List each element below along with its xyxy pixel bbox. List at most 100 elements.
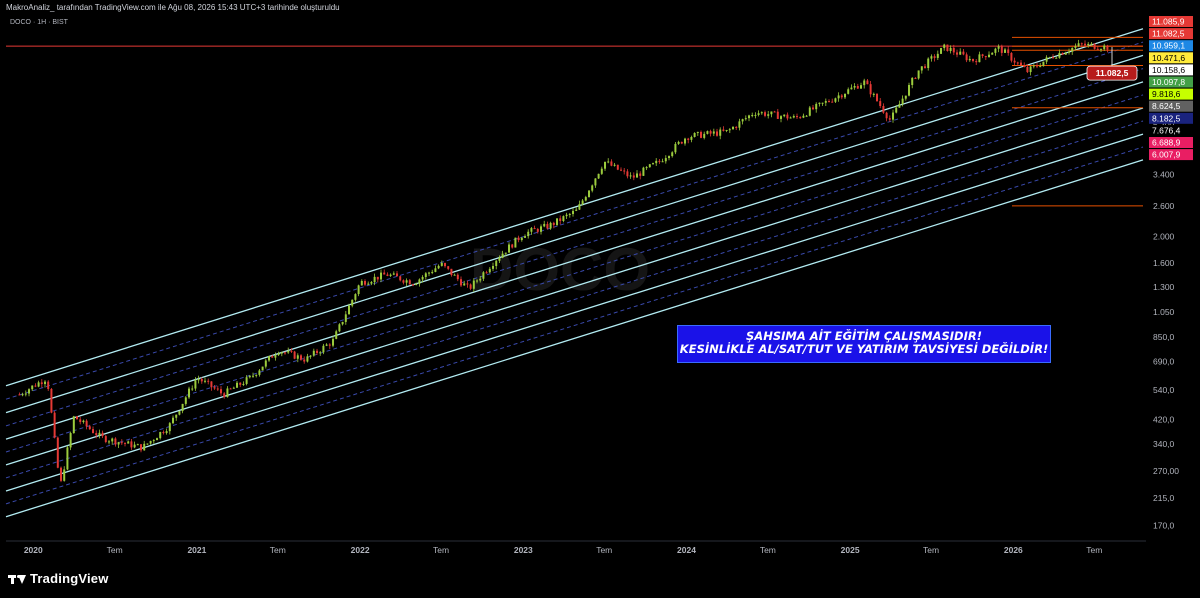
candle-body xyxy=(943,44,946,49)
candle-body xyxy=(709,131,712,134)
candle-body xyxy=(997,46,1000,49)
tradingview-logo-icon xyxy=(8,573,26,585)
candle-body xyxy=(735,126,738,128)
candle-body xyxy=(968,58,971,61)
candle-body xyxy=(344,314,347,322)
candle-body xyxy=(754,114,757,116)
candle-body xyxy=(412,284,415,286)
y-tick-label: 3.400 xyxy=(1153,169,1175,179)
candle-body xyxy=(972,58,975,62)
candle-body xyxy=(216,388,219,390)
candle-body xyxy=(287,350,290,353)
price-tag-label: 9.818,6 xyxy=(1152,89,1181,99)
candle-body xyxy=(674,143,677,153)
candle-body xyxy=(101,432,104,437)
price-chart[interactable]: DOCO11.082,55.2004.4003.4002.6002.0001.6… xyxy=(0,0,1200,563)
y-tick-label: 420,0 xyxy=(1153,414,1175,424)
candle-body xyxy=(831,101,834,103)
candle-body xyxy=(994,48,997,53)
channel-line xyxy=(5,133,1144,492)
candle-body xyxy=(472,280,475,289)
candle-body xyxy=(1077,43,1080,47)
candle-body xyxy=(303,359,306,362)
candle-body xyxy=(853,85,856,88)
candle-body xyxy=(904,95,907,99)
candle-body xyxy=(1064,52,1067,55)
candle-body xyxy=(527,231,530,237)
watermark-text: DOCO xyxy=(470,236,650,303)
candle-body xyxy=(149,440,152,444)
x-tick-label: 2023 xyxy=(514,545,533,555)
disclaimer-banner: ŞAHSIMA AİT EĞİTİM ÇALIŞMASIDIR! KESİNLİ… xyxy=(677,325,1051,363)
candle-body xyxy=(239,382,242,385)
candle-body xyxy=(540,226,543,232)
candle-body xyxy=(514,237,517,248)
candle-body xyxy=(629,175,632,177)
candle-body xyxy=(335,331,338,339)
x-tick-label: 2021 xyxy=(187,545,206,555)
candle-body xyxy=(360,280,363,286)
candle-body xyxy=(722,129,725,131)
candle-body xyxy=(616,164,619,170)
footer-bar xyxy=(0,563,1200,598)
candle-body xyxy=(1106,45,1109,50)
candle-body xyxy=(815,103,818,110)
candle-body xyxy=(296,355,299,359)
candle-body xyxy=(748,115,751,119)
x-tick-label: 2026 xyxy=(1004,545,1023,555)
candle-body xyxy=(351,299,354,306)
candle-body xyxy=(418,279,421,284)
candle-body xyxy=(28,389,31,394)
candle-body xyxy=(600,168,603,174)
candle-body xyxy=(1007,49,1010,53)
candle-body xyxy=(316,350,319,353)
candle-body xyxy=(130,441,133,448)
candle-body xyxy=(626,171,629,177)
candle-body xyxy=(869,84,872,95)
candle-body xyxy=(562,216,565,221)
x-tick-label: 2024 xyxy=(677,545,696,555)
candle-body xyxy=(552,222,555,225)
candle-body xyxy=(104,436,107,442)
candle-body xyxy=(991,52,994,55)
candle-body xyxy=(760,112,763,114)
candle-body xyxy=(1000,46,1003,53)
candle-body xyxy=(498,257,501,261)
candle-body xyxy=(805,115,808,117)
candle-body xyxy=(866,80,869,85)
candle-body xyxy=(405,280,408,283)
x-tick-label: Tem xyxy=(433,545,449,555)
candle-body xyxy=(706,131,709,134)
candle-body xyxy=(591,185,594,191)
candle-body xyxy=(476,280,479,282)
candle-body xyxy=(789,117,792,119)
candle-body xyxy=(933,56,936,58)
candle-body xyxy=(1004,49,1007,53)
candle-body xyxy=(892,112,895,120)
candle-body xyxy=(98,432,101,436)
candle-body xyxy=(376,276,379,280)
candle-body xyxy=(213,387,216,389)
candle-body xyxy=(767,114,770,116)
candle-body xyxy=(69,433,72,448)
candle-body xyxy=(172,417,175,424)
candle-body xyxy=(348,305,351,315)
logo-text: TradingView xyxy=(30,571,109,586)
y-tick-label: 340,0 xyxy=(1153,439,1175,449)
candle-body xyxy=(776,111,779,119)
candle-body xyxy=(354,294,357,300)
candle-body xyxy=(242,383,245,385)
candle-body xyxy=(911,77,914,85)
candle-body xyxy=(568,213,571,215)
candle-body xyxy=(280,352,283,354)
candle-body xyxy=(885,112,888,119)
candle-body xyxy=(716,131,719,136)
candle-body xyxy=(719,129,722,136)
candle-body xyxy=(940,48,943,54)
candle-body xyxy=(364,280,367,285)
candle-body xyxy=(812,107,815,110)
tradingview-logo[interactable]: TradingView xyxy=(8,571,109,586)
price-tag-label: 8.624,5 xyxy=(1152,101,1181,111)
candle-body xyxy=(844,93,847,98)
candle-body xyxy=(856,85,859,89)
